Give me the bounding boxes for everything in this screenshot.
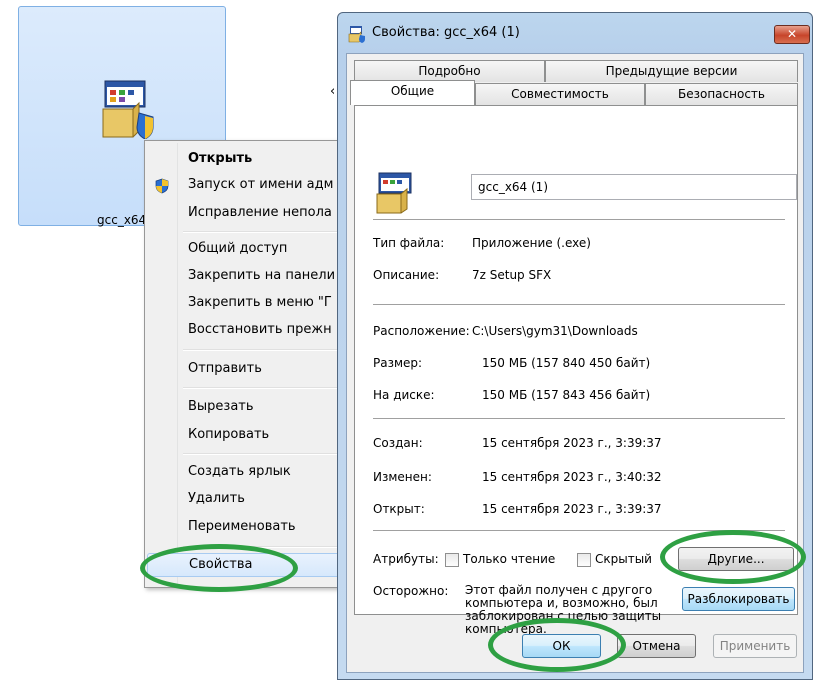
menu-item-pin-taskbar[interactable]: Закрепить на панели [147,264,343,288]
menu-separator [183,231,339,233]
properties-window: Свойства: gcc_x64 (1) ✕ Подробно Предыду… [337,12,813,680]
menu-item-pin-start[interactable]: Закрепить в меню "Г [147,291,343,315]
created-label: Создан: [373,436,423,450]
setup-program-icon [102,80,154,139]
divider [373,219,785,220]
advanced-attributes-button[interactable]: Другие... [678,547,794,571]
setup-program-icon [376,172,412,214]
menu-item-run-as-admin-label: Запуск от имени адм [188,177,334,192]
location-label: Расположение: [373,324,470,338]
readonly-checkbox[interactable] [445,553,459,567]
stray-glyph: ‹ [330,84,336,99]
filename-field[interactable]: gcc_x64 (1) [471,174,797,200]
attributes-label: Атрибуты: [373,552,439,566]
readonly-label: Только чтение [463,552,556,566]
modified-value: 15 сентября 2023 г., 3:40:32 [482,470,662,484]
location-value: C:\Users\gym31\Downloads [472,324,638,338]
file-name-label: gcc_x64 [97,213,147,227]
menu-separator [183,546,339,548]
file-type-label: Тип файла: [373,236,445,250]
size-value: 150 МБ (157 840 450 байт) [482,356,651,370]
menu-item-create-shortcut[interactable]: Создать ярлык [147,460,343,484]
menu-item-delete[interactable]: Удалить [147,487,343,511]
modified-label: Изменен: [373,470,432,484]
size-label: Размер: [373,356,423,370]
created-value: 15 сентября 2023 г., 3:39:37 [482,436,662,450]
caution-message: Этот файл получен с другого компьютера и… [465,583,662,636]
menu-item-properties[interactable]: Свойства [147,553,343,577]
window-title: Свойства: gcc_x64 (1) [372,25,520,40]
menu-item-copy[interactable]: Копировать [147,423,343,447]
cancel-button[interactable]: Отмена [617,634,696,658]
menu-item-send-to[interactable]: Отправить [147,357,343,381]
divider [373,418,785,419]
menu-item-restore-versions[interactable]: Восстановить прежн [147,318,343,342]
hidden-label: Скрытый [595,552,652,566]
tab-details[interactable]: Подробно [354,60,545,82]
menu-item-troubleshoot[interactable]: Исправление непола [147,201,343,225]
opened-value: 15 сентября 2023 г., 3:39:37 [482,502,662,516]
description-label: Описание: [373,268,440,282]
tab-security[interactable]: Безопасность [645,83,798,105]
hidden-checkbox[interactable] [577,553,591,567]
unblock-button[interactable]: Разблокировать [682,587,795,611]
tab-general[interactable]: Общие [350,80,475,105]
menu-item-run-as-admin[interactable]: Запуск от имени адм [147,173,343,197]
menu-separator [183,387,339,389]
ok-button[interactable]: ОК [522,634,601,658]
description-value: 7z Setup SFX [472,268,552,282]
setup-program-icon [348,26,365,43]
menu-item-rename[interactable]: Переименовать [147,515,343,539]
caution-label: Осторожно: [373,584,449,598]
close-button[interactable]: ✕ [774,25,810,44]
size-on-disk-value: 150 МБ (157 843 456 байт) [482,388,651,402]
divider [373,304,785,305]
menu-item-open[interactable]: Открыть [147,147,343,171]
apply-button[interactable]: Применить [713,634,797,658]
general-tab-panel: gcc_x64 (1) Тип файла: Приложение (.exe)… [354,105,798,636]
menu-separator [183,349,339,351]
tab-compatibility[interactable]: Совместимость [475,83,645,105]
menu-separator [183,453,339,455]
context-menu: Открыть Запуск от имени адм Исправление … [144,140,344,588]
opened-label: Открыт: [373,502,425,516]
size-on-disk-label: На диске: [373,388,435,402]
menu-item-cut[interactable]: Вырезать [147,395,343,419]
window-client-area: Подробно Предыдущие версии Общие Совмест… [346,53,804,673]
file-type-value: Приложение (.exe) [472,236,591,250]
divider [373,530,785,531]
tab-previous-versions[interactable]: Предыдущие версии [545,60,798,82]
uac-shield-icon [155,178,169,194]
menu-item-share[interactable]: Общий доступ [147,237,343,261]
